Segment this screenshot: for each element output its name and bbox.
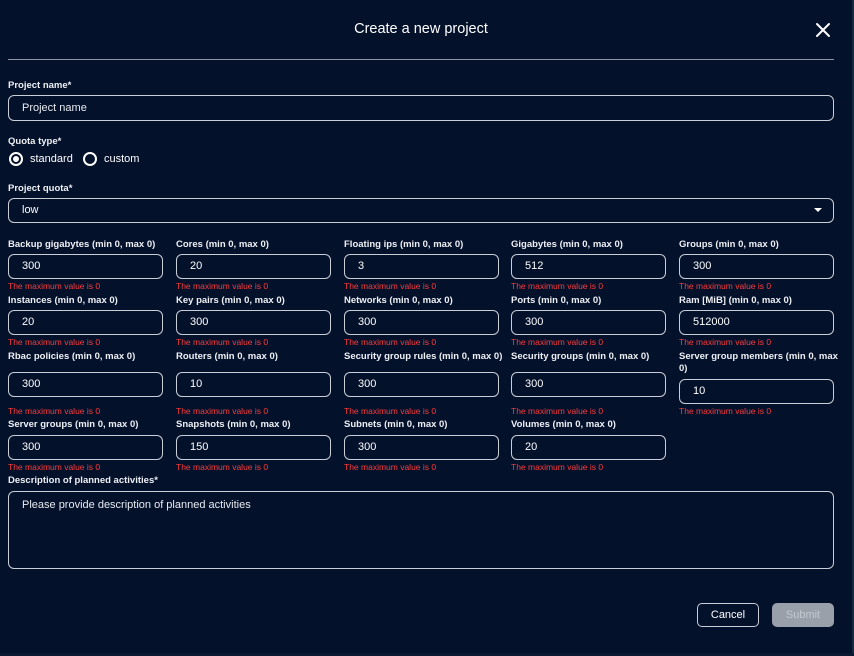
networks-error: The maximum value is 0 <box>344 337 437 347</box>
server-groups-error: The maximum value is 0 <box>8 462 101 472</box>
instances-input[interactable]: 20 <box>8 310 163 335</box>
instances-label: Instances (min 0, max 0) <box>8 295 118 306</box>
server-groups-input[interactable]: 300 <box>8 435 163 460</box>
ports-error: The maximum value is 0 <box>511 337 604 347</box>
security-group-rules-error: The maximum value is 0 <box>344 406 437 416</box>
project-name-label: Project name* <box>8 80 72 91</box>
security-group-rules-label: Security group rules (min 0, max 0) <box>344 351 503 362</box>
floating-ips-error: The maximum value is 0 <box>344 281 437 291</box>
snapshots-label: Snapshots (min 0, max 0) <box>176 419 291 430</box>
snapshots-input[interactable]: 150 <box>176 435 331 460</box>
quota-type-label: Quota type* <box>8 136 62 147</box>
standard-radio-label[interactable]: standard <box>30 153 73 165</box>
cancel-button[interactable]: Cancel <box>697 603 759 627</box>
ports-input[interactable]: 300 <box>511 310 666 335</box>
description-textarea[interactable]: Please provide description of planned ac… <box>8 491 834 569</box>
key-pairs-input[interactable]: 300 <box>176 310 331 335</box>
instances-error: The maximum value is 0 <box>8 337 101 347</box>
security-groups-error: The maximum value is 0 <box>511 406 604 416</box>
backup-gigabytes-error: The maximum value is 0 <box>8 281 101 291</box>
cores-input[interactable]: 20 <box>176 254 331 279</box>
server-groups-label: Server groups (min 0, max 0) <box>8 419 139 430</box>
backup-gigabytes-label: Backup gigabytes (min 0, max 0) <box>8 239 156 250</box>
rbac-policies-input[interactable]: 300 <box>8 372 163 397</box>
floating-ips-input[interactable]: 3 <box>344 254 499 279</box>
submit-button[interactable]: Submit <box>772 603 834 627</box>
gigabytes-input[interactable]: 512 <box>511 254 666 279</box>
caret-down-icon <box>814 208 822 212</box>
gigabytes-label: Gigabytes (min 0, max 0) <box>511 239 623 250</box>
project-quota-label: Project quota* <box>8 183 73 194</box>
description-label: Description of planned activities* <box>8 475 158 486</box>
key-pairs-label: Key pairs (min 0, max 0) <box>176 295 285 306</box>
volumes-label: Volumes (min 0, max 0) <box>511 419 616 430</box>
cores-label: Cores (min 0, max 0) <box>176 239 269 250</box>
server-group-members-input[interactable]: 10 <box>679 379 834 404</box>
create-project-dialog: Create a new project Project name* Proje… <box>0 0 854 656</box>
volumes-error: The maximum value is 0 <box>511 462 604 472</box>
server-group-members-error: The maximum value is 0 <box>679 406 772 416</box>
project-name-input[interactable]: Project name <box>8 95 834 121</box>
server-group-members-label: Server group members (min 0, max 0) <box>679 351 838 374</box>
groups-error: The maximum value is 0 <box>679 281 772 291</box>
close-icon[interactable] <box>813 20 833 40</box>
snapshots-error: The maximum value is 0 <box>176 462 269 472</box>
rbac-policies-error: The maximum value is 0 <box>8 406 101 416</box>
ram-mib-label: Ram [MiB] (min 0, max 0) <box>679 295 792 306</box>
gigabytes-error: The maximum value is 0 <box>511 281 604 291</box>
routers-label: Routers (min 0, max 0) <box>176 351 278 362</box>
floating-ips-label: Floating ips (min 0, max 0) <box>344 239 464 250</box>
custom-radio-label[interactable]: custom <box>104 153 139 165</box>
key-pairs-error: The maximum value is 0 <box>176 337 269 347</box>
routers-error: The maximum value is 0 <box>176 406 269 416</box>
groups-input[interactable]: 300 <box>679 254 834 279</box>
groups-label: Groups (min 0, max 0) <box>679 239 779 250</box>
security-groups-label: Security groups (min 0, max 0) <box>511 351 650 362</box>
networks-input[interactable]: 300 <box>344 310 499 335</box>
project-quota-select[interactable]: low <box>8 198 834 223</box>
subnets-label: Subnets (min 0, max 0) <box>344 419 448 430</box>
ports-label: Ports (min 0, max 0) <box>511 295 602 306</box>
routers-input[interactable]: 10 <box>176 372 331 397</box>
subnets-error: The maximum value is 0 <box>344 462 437 472</box>
volumes-input[interactable]: 20 <box>511 435 666 460</box>
ram-mib-input[interactable]: 512000 <box>679 310 834 335</box>
rbac-policies-label: Rbac policies (min 0, max 0) <box>8 351 136 362</box>
custom-radio[interactable] <box>83 152 97 166</box>
networks-label: Networks (min 0, max 0) <box>344 295 453 306</box>
subnets-input[interactable]: 300 <box>344 435 499 460</box>
security-group-rules-input[interactable]: 300 <box>344 372 499 397</box>
ram-mib-error: The maximum value is 0 <box>679 337 772 347</box>
dialog-title: Create a new project <box>354 21 488 37</box>
standard-radio[interactable] <box>9 152 23 166</box>
backup-gigabytes-input[interactable]: 300 <box>8 254 163 279</box>
security-groups-input[interactable]: 300 <box>511 372 666 397</box>
cores-error: The maximum value is 0 <box>176 281 269 291</box>
header-divider <box>8 59 834 60</box>
